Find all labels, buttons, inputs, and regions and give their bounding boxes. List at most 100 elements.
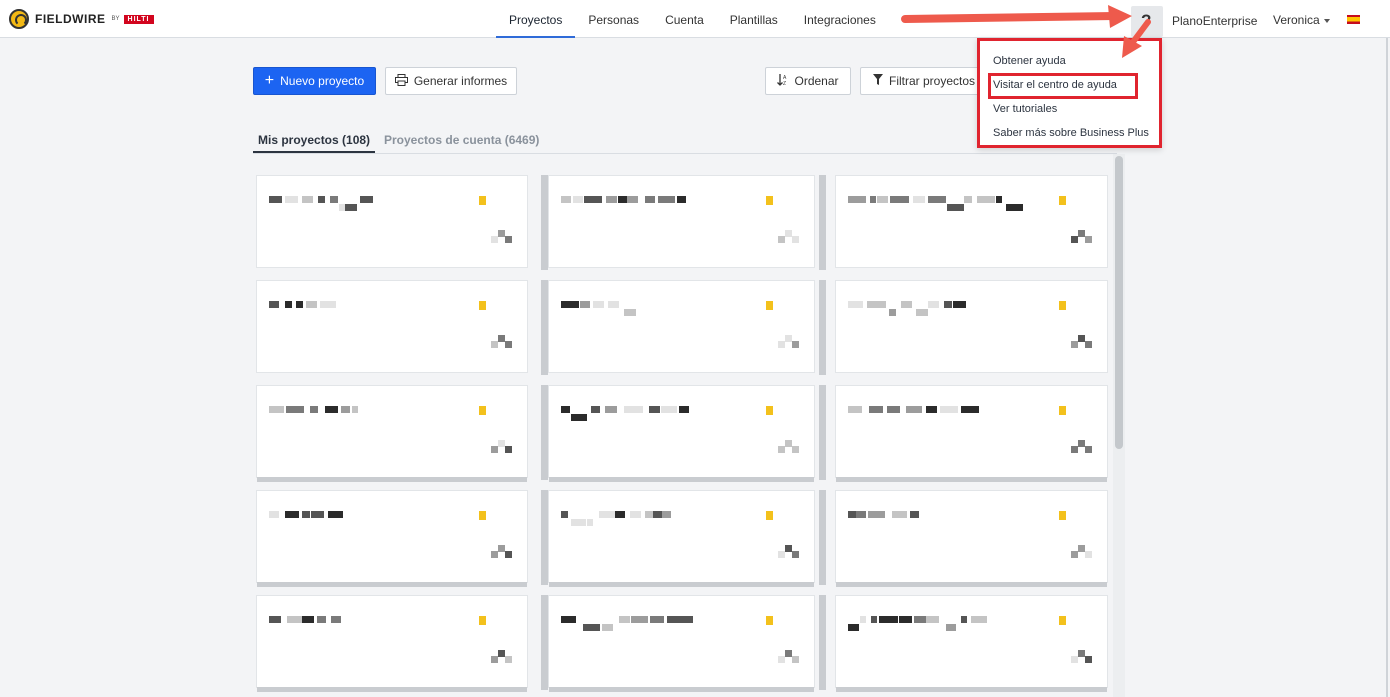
new-project-button[interactable]: + Nuevo proyecto bbox=[253, 67, 376, 95]
user-menu[interactable]: Veronica bbox=[1273, 13, 1330, 27]
favorite-star-icon[interactable] bbox=[479, 301, 486, 310]
obscured-meta-block bbox=[792, 656, 799, 663]
project-card[interactable] bbox=[835, 385, 1108, 482]
obscured-title-block bbox=[310, 406, 318, 413]
nav-item-proyectos[interactable]: Proyectos bbox=[496, 0, 576, 38]
obscured-title-block bbox=[302, 196, 313, 203]
project-card[interactable] bbox=[835, 595, 1108, 692]
card-shadow-strip bbox=[836, 477, 1107, 482]
favorite-star-icon[interactable] bbox=[766, 616, 773, 625]
project-card[interactable] bbox=[548, 175, 815, 268]
favorite-star-icon[interactable] bbox=[1059, 511, 1066, 520]
favorite-star-icon[interactable] bbox=[766, 196, 773, 205]
obscured-meta-block bbox=[792, 446, 799, 453]
project-card[interactable] bbox=[548, 490, 815, 587]
sort-button[interactable]: AZ Ordenar bbox=[765, 67, 851, 95]
favorite-star-icon[interactable] bbox=[1059, 301, 1066, 310]
project-card[interactable] bbox=[548, 595, 815, 692]
obscured-title-block bbox=[571, 414, 587, 421]
favorite-star-icon[interactable] bbox=[479, 406, 486, 415]
project-card[interactable] bbox=[256, 385, 528, 482]
obscured-title-block bbox=[330, 196, 338, 203]
plan-label[interactable]: PlanoEnterprise bbox=[1172, 14, 1257, 28]
scrollbar[interactable] bbox=[1113, 154, 1125, 697]
project-card[interactable] bbox=[548, 280, 815, 373]
project-card[interactable] bbox=[256, 490, 528, 587]
menu-item-business-plus[interactable]: Saber más sobre Business Plus bbox=[993, 127, 1149, 139]
obscured-title-block bbox=[318, 196, 325, 203]
obscured-title-block bbox=[674, 616, 693, 623]
project-row bbox=[256, 385, 1109, 482]
favorite-star-icon[interactable] bbox=[479, 511, 486, 520]
obscured-meta-block bbox=[491, 341, 498, 348]
obscured-meta-block bbox=[1071, 656, 1078, 663]
sort-label: Ordenar bbox=[794, 74, 839, 88]
scrollbar-thumb[interactable] bbox=[1115, 156, 1123, 449]
obscured-title-block bbox=[856, 511, 866, 518]
obscured-title-block bbox=[953, 301, 966, 308]
project-card[interactable] bbox=[835, 175, 1108, 268]
card-gutter bbox=[819, 490, 826, 585]
tab-my-projects[interactable]: Mis proyectos (108) bbox=[253, 133, 376, 153]
obscured-title-block bbox=[667, 616, 674, 623]
favorite-star-icon[interactable] bbox=[766, 406, 773, 415]
obscured-title-block bbox=[848, 624, 859, 631]
spain-flag-icon[interactable] bbox=[1347, 15, 1360, 24]
obscured-title-block bbox=[269, 301, 279, 308]
obscured-title-block bbox=[269, 616, 281, 623]
obscured-title-block bbox=[947, 204, 964, 211]
project-card[interactable] bbox=[256, 280, 528, 373]
favorite-star-icon[interactable] bbox=[1059, 406, 1066, 415]
favorite-star-icon[interactable] bbox=[766, 301, 773, 310]
obscured-meta-block bbox=[778, 446, 785, 453]
brand-by: BY bbox=[111, 16, 120, 22]
obscured-title-block bbox=[899, 616, 912, 623]
card-gutter bbox=[819, 595, 826, 690]
menu-item-get-help[interactable]: Obtener ayuda bbox=[993, 55, 1066, 67]
card-shadow-strip bbox=[836, 687, 1107, 692]
card-gutter bbox=[819, 280, 826, 375]
help-button[interactable]: ? bbox=[1131, 6, 1163, 37]
filter-projects-button[interactable]: Filtrar proyectos bbox=[860, 67, 985, 95]
menu-item-tutorials[interactable]: Ver tutoriales bbox=[993, 103, 1057, 115]
project-card[interactable] bbox=[835, 280, 1108, 373]
generate-reports-button[interactable]: Generar informes bbox=[385, 67, 517, 95]
favorite-star-icon[interactable] bbox=[479, 196, 486, 205]
obscured-title-block bbox=[848, 406, 862, 413]
project-card[interactable] bbox=[835, 490, 1108, 587]
obscured-title-block bbox=[944, 301, 952, 308]
obscured-title-block bbox=[848, 196, 866, 203]
obscured-title-block bbox=[1006, 204, 1023, 211]
nav-item-plantillas[interactable]: Plantillas bbox=[717, 0, 791, 38]
tab-account-projects[interactable]: Proyectos de cuenta (6469) bbox=[384, 133, 539, 153]
obscured-title-block bbox=[584, 196, 602, 203]
obscured-title-block bbox=[587, 519, 593, 526]
nav-item-personas[interactable]: Personas bbox=[575, 0, 652, 38]
user-name: Veronica bbox=[1273, 13, 1320, 27]
favorite-star-icon[interactable] bbox=[479, 616, 486, 625]
brand-name: FIELDWIRE bbox=[35, 12, 106, 26]
obscured-title-block bbox=[868, 511, 885, 518]
obscured-title-block bbox=[593, 301, 604, 308]
fieldwire-logo[interactable]: FIELDWIRE BY HILTI bbox=[9, 9, 154, 29]
project-card[interactable] bbox=[548, 385, 815, 482]
obscured-title-block bbox=[961, 406, 979, 413]
obscured-title-block bbox=[608, 301, 619, 308]
menu-item-visit-help-center[interactable]: Visitar el centro de ayuda bbox=[993, 79, 1117, 91]
obscured-title-block bbox=[658, 196, 675, 203]
favorite-star-icon[interactable] bbox=[1059, 616, 1066, 625]
caret-down-icon bbox=[1323, 18, 1330, 23]
obscured-meta-block bbox=[1085, 236, 1092, 243]
obscured-title-block bbox=[627, 196, 638, 203]
obscured-title-block bbox=[320, 301, 336, 308]
project-card[interactable] bbox=[256, 175, 528, 268]
obscured-meta-block bbox=[491, 551, 498, 558]
obscured-title-block bbox=[913, 196, 925, 203]
favorite-star-icon[interactable] bbox=[766, 511, 773, 520]
favorite-star-icon[interactable] bbox=[1059, 196, 1066, 205]
obscured-title-block bbox=[599, 511, 615, 518]
obscured-title-block bbox=[631, 616, 648, 623]
nav-item-integraciones[interactable]: Integraciones bbox=[791, 0, 889, 38]
nav-item-cuenta[interactable]: Cuenta bbox=[652, 0, 717, 38]
project-card[interactable] bbox=[256, 595, 528, 692]
